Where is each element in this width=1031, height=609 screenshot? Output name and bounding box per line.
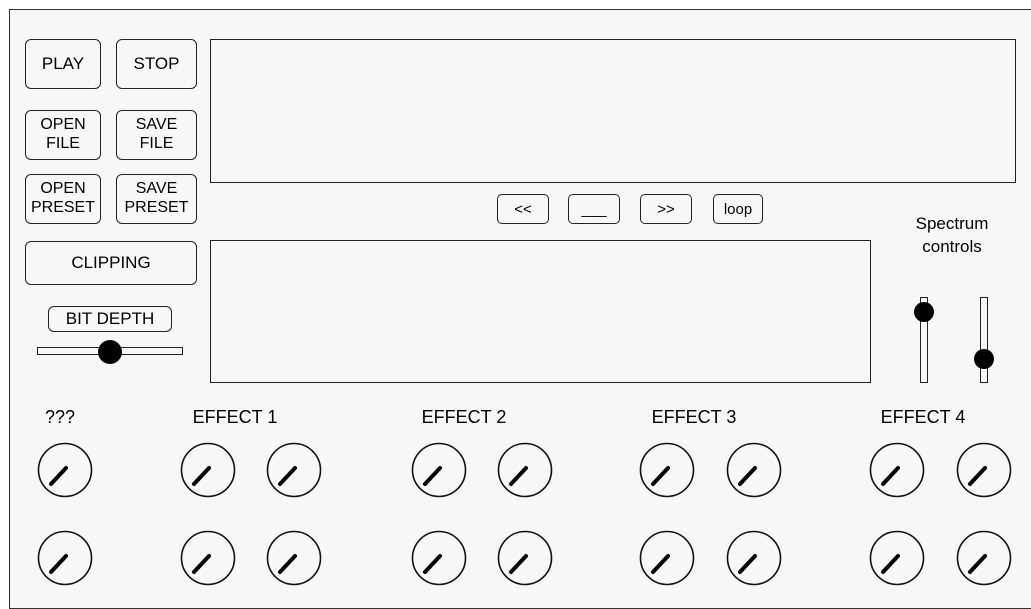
app-window: PLAY STOP OPEN FILE SAVE FILE OPEN PRESE… — [9, 9, 1031, 609]
effect-2-a-knob-top[interactable] — [411, 442, 467, 498]
effect-1-a-knob-bottom[interactable] — [180, 530, 236, 586]
play-button[interactable]: PLAY — [25, 39, 101, 89]
effect-4-label: EFFECT 4 — [880, 407, 966, 427]
effect-4-b-knob-top[interactable] — [956, 442, 1012, 498]
forward-button[interactable]: >> — [640, 194, 692, 224]
effect-3-a-knob-top[interactable] — [639, 442, 695, 498]
spectrum-display[interactable] — [210, 240, 871, 383]
stop-button[interactable]: STOP — [116, 39, 197, 89]
effect-1-b-knob-top[interactable] — [266, 442, 322, 498]
effect-2-label: EFFECT 2 — [421, 407, 507, 427]
open-preset-button[interactable]: OPEN PRESET — [25, 174, 101, 224]
unknown-effect-knob-bottom[interactable] — [37, 530, 93, 586]
effect-1-b-knob-bottom[interactable] — [266, 530, 322, 586]
bit-depth-label: BIT DEPTH — [48, 306, 172, 332]
spectrum-slider-2-thumb[interactable] — [974, 348, 994, 369]
save-preset-button[interactable]: SAVE PRESET — [116, 174, 197, 224]
waveform-display[interactable] — [210, 39, 1016, 183]
unknown-effect-knob-top[interactable] — [37, 442, 93, 498]
effect-2-b-knob-top[interactable] — [497, 442, 553, 498]
transport-stop-button[interactable]: ___ — [568, 194, 620, 224]
open-file-button[interactable]: OPEN FILE — [25, 110, 101, 160]
effect-2-b-knob-bottom[interactable] — [497, 530, 553, 586]
loop-button[interactable]: loop — [713, 194, 763, 224]
spectrum-controls-title: Spectrum controls — [915, 214, 989, 256]
bit-depth-slider-thumb[interactable] — [98, 340, 122, 364]
effect-1-label: EFFECT 1 — [192, 407, 278, 427]
effect-3-a-knob-bottom[interactable] — [639, 530, 695, 586]
unknown-effect-label: ??? — [44, 407, 76, 427]
effect-3-label: EFFECT 3 — [651, 407, 737, 427]
save-file-button[interactable]: SAVE FILE — [116, 110, 197, 160]
spectrum-slider-1-thumb[interactable] — [914, 302, 934, 323]
effect-4-a-knob-top[interactable] — [869, 442, 925, 498]
clipping-button[interactable]: CLIPPING — [25, 241, 197, 285]
effect-2-a-knob-bottom[interactable] — [411, 530, 467, 586]
rewind-button[interactable]: << — [497, 194, 549, 224]
effect-4-b-knob-bottom[interactable] — [956, 530, 1012, 586]
effect-3-b-knob-bottom[interactable] — [726, 530, 782, 586]
effect-1-a-knob-top[interactable] — [180, 442, 236, 498]
effect-3-b-knob-top[interactable] — [726, 442, 782, 498]
effect-4-a-knob-bottom[interactable] — [869, 530, 925, 586]
spectrum-slider-2-track[interactable] — [980, 297, 988, 383]
